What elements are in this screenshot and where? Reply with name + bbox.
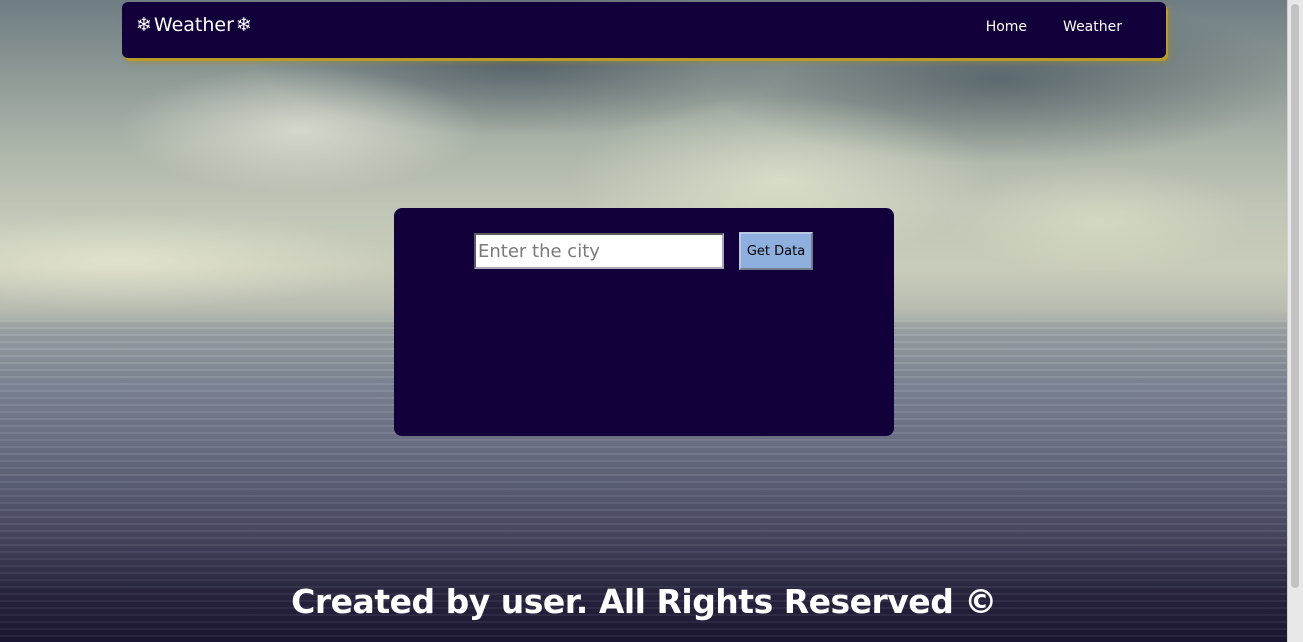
city-input[interactable]	[474, 233, 724, 269]
snowflake-icon: ❄	[136, 14, 152, 36]
vertical-scrollbar[interactable]	[1287, 0, 1303, 642]
brand-title: Weather	[153, 14, 234, 36]
brand-logo[interactable]: ❄ Weather ❄	[136, 14, 252, 36]
weather-panel: Get Data	[394, 208, 894, 436]
navbar: ❄ Weather ❄ Home Weather	[122, 2, 1166, 58]
nav-links: Home Weather	[986, 19, 1122, 35]
get-data-button[interactable]: Get Data	[739, 232, 813, 270]
footer-text: Created by user. All Rights Reserved ©	[291, 582, 997, 621]
scrollbar-thumb[interactable]	[1291, 4, 1299, 588]
nav-link-weather[interactable]: Weather	[1063, 19, 1122, 35]
nav-link-home[interactable]: Home	[986, 19, 1027, 35]
snowflake-icon: ❄	[235, 14, 252, 36]
